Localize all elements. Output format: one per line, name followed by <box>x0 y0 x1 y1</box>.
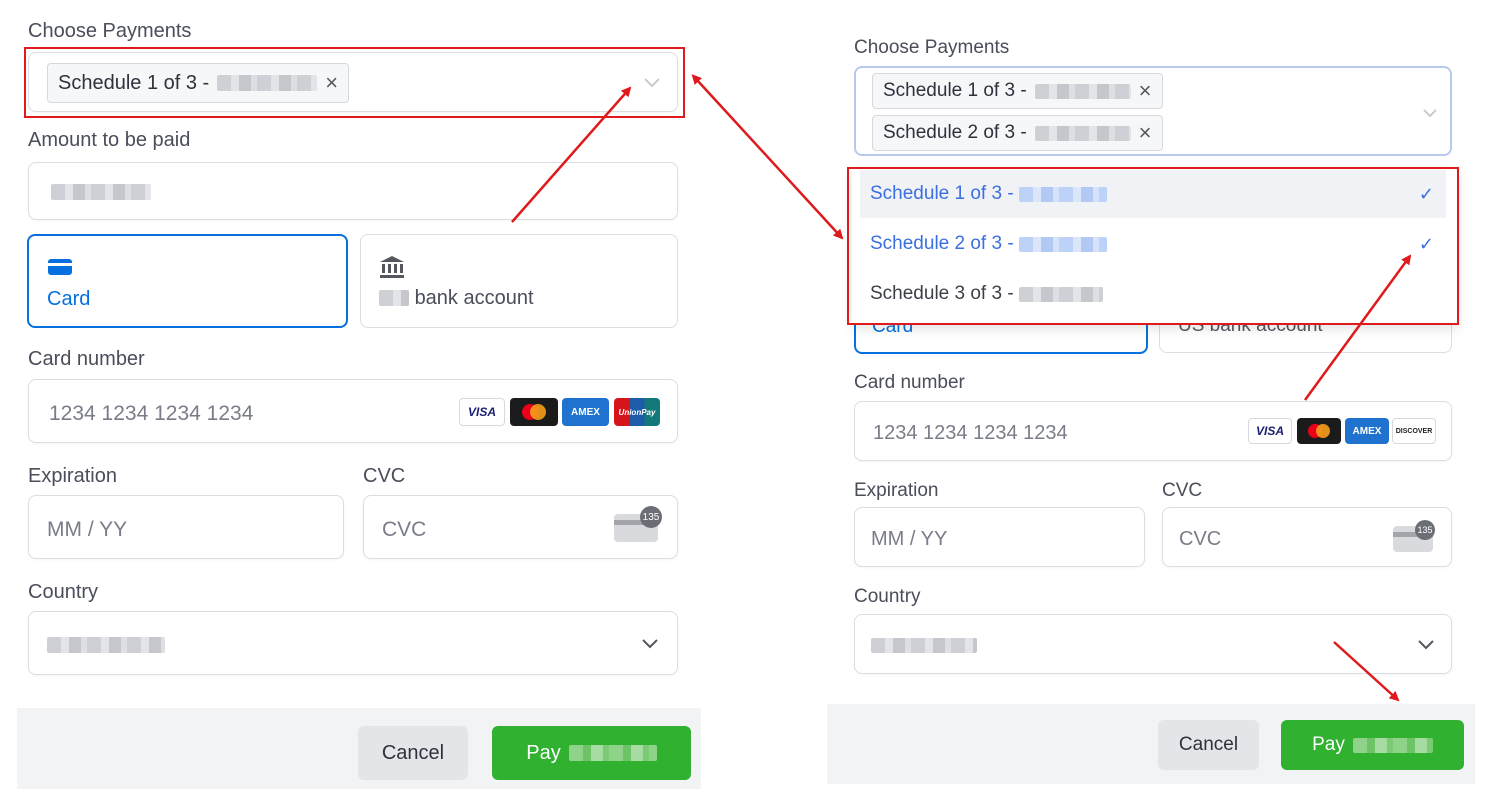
remove-chip-icon[interactable]: × <box>1139 80 1152 102</box>
expiration-input[interactable]: MM / YY <box>28 495 344 559</box>
remove-chip-icon[interactable]: × <box>1139 122 1152 144</box>
redacted-amount <box>51 184 151 200</box>
mastercard-icon <box>1297 418 1341 444</box>
redacted-pay-amount <box>568 745 657 761</box>
expiration-label: Expiration <box>854 480 939 501</box>
chevron-down-icon[interactable] <box>1422 108 1438 118</box>
discover-icon: DISCOVER <box>1392 418 1436 444</box>
tab-card-label: Card <box>47 288 91 310</box>
unionpay-icon: UnionPay <box>614 398 660 426</box>
bank-account-text: bank account <box>414 287 534 309</box>
visa-icon: VISA <box>459 398 505 426</box>
card-number-input[interactable]: 1234 1234 1234 1234 VISA AMEX UnionPay <box>28 379 678 443</box>
cvc-card-icon: 135 <box>1393 520 1435 552</box>
card-number-input[interactable]: 1234 1234 1234 1234 VISA AMEX DISCOVER <box>854 401 1452 461</box>
choose-payments-label: Choose Payments <box>28 20 192 42</box>
bank-icon <box>380 256 404 278</box>
pay-label: Pay <box>526 741 561 764</box>
annotation-highlight-box <box>24 47 685 118</box>
cvc-badge: 135 <box>640 506 662 528</box>
chevron-down-icon <box>642 639 658 649</box>
visa-icon: VISA <box>1248 418 1292 444</box>
chip-label: Schedule 2 of 3 - <box>883 122 1027 143</box>
pay-button[interactable]: Pay <box>492 726 691 780</box>
country-select[interactable] <box>854 614 1452 674</box>
expiration-placeholder: MM / YY <box>871 528 948 550</box>
amount-field[interactable] <box>28 162 678 220</box>
card-number-placeholder: 1234 1234 1234 1234 <box>49 402 254 425</box>
chevron-down-icon <box>1418 640 1434 650</box>
tab-card[interactable]: Card <box>27 234 348 328</box>
expiration-placeholder: MM / YY <box>47 518 128 541</box>
choose-payments-label: Choose Payments <box>854 37 1010 58</box>
tab-bank-account[interactable]: bank account <box>360 234 678 328</box>
expiration-label: Expiration <box>28 465 117 487</box>
expiration-input[interactable]: MM / YY <box>854 507 1145 567</box>
choose-payments-select[interactable]: Schedule 1 of 3 - × Schedule 2 of 3 - × <box>854 66 1452 156</box>
pay-label: Pay <box>1312 734 1345 755</box>
chip-label: Schedule 1 of 3 - <box>883 80 1027 101</box>
annotation-highlight-box <box>847 167 1459 325</box>
amex-icon: AMEX <box>1345 418 1389 444</box>
cancel-button[interactable]: Cancel <box>358 726 468 780</box>
cvc-label: CVC <box>1162 480 1203 501</box>
redacted-country <box>47 637 165 653</box>
country-select[interactable] <box>28 611 678 675</box>
country-label: Country <box>28 581 99 603</box>
selected-schedule-chip: Schedule 1 of 3 - × <box>872 73 1163 109</box>
card-icon <box>48 259 72 275</box>
cvc-input[interactable]: CVC 135 <box>1162 507 1452 567</box>
card-number-label: Card number <box>854 372 965 393</box>
amex-icon: AMEX <box>562 398 609 426</box>
cvc-label: CVC <box>363 465 406 487</box>
redacted-country <box>871 638 977 653</box>
cvc-placeholder: CVC <box>382 518 427 541</box>
cancel-button[interactable]: Cancel <box>1158 720 1259 770</box>
redacted-prefix <box>379 290 409 306</box>
amount-label: Amount to be paid <box>28 129 191 151</box>
country-label: Country <box>854 586 921 607</box>
card-number-label: Card number <box>28 348 145 370</box>
tab-bank-label: bank account <box>379 287 534 310</box>
pay-button[interactable]: Pay <box>1281 720 1464 770</box>
annotation-arrow <box>691 74 844 240</box>
mastercard-icon <box>510 398 558 426</box>
redacted-value <box>1034 125 1131 141</box>
cvc-badge: 135 <box>1415 520 1435 540</box>
redacted-value <box>1034 83 1131 99</box>
cvc-input[interactable]: CVC 135 <box>363 495 678 559</box>
cvc-placeholder: CVC <box>1179 528 1222 550</box>
redacted-pay-amount <box>1352 737 1433 753</box>
card-number-placeholder: 1234 1234 1234 1234 <box>873 422 1068 444</box>
cvc-card-icon: 135 <box>614 506 662 542</box>
selected-schedule-chip: Schedule 2 of 3 - × <box>872 115 1163 151</box>
